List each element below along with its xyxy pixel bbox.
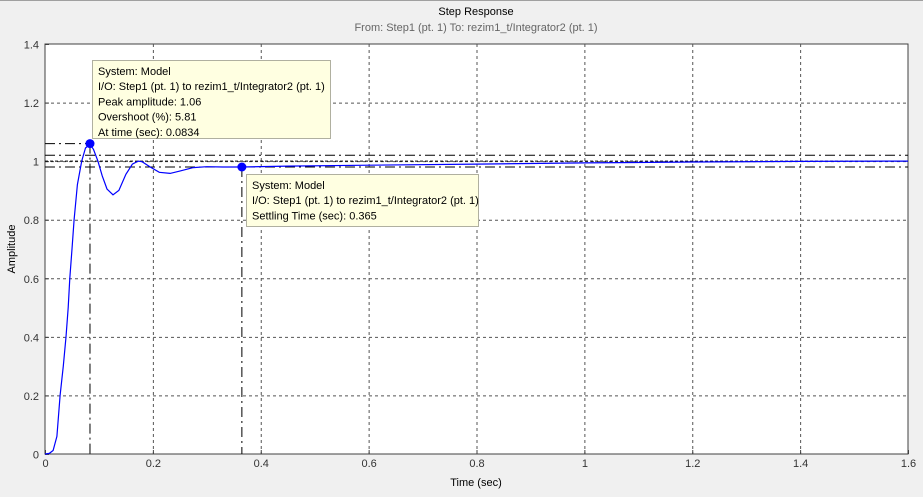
datatip-line: At time (sec): 0.0834 — [98, 127, 200, 139]
y-tick-label: 0.4 — [24, 332, 39, 344]
x-tick-label: 0.6 — [361, 458, 376, 470]
chart-title: Step Response — [438, 6, 513, 18]
datatip-line: I/O: Step1 (pt. 1) to rezim1_t/Integrato… — [252, 195, 479, 207]
x-tick-label: 0 — [42, 458, 48, 470]
y-tick-label: 0.6 — [24, 274, 39, 286]
x-tick-label: 1.4 — [793, 458, 808, 470]
peak-datatip: System: Model I/O: Step1 (pt. 1) to rezim… — [92, 60, 331, 139]
datatip-line: System: Model — [252, 180, 325, 192]
datatip-line: Peak amplitude: 1.06 — [98, 96, 201, 108]
x-tick-label: 0.8 — [469, 458, 484, 470]
y-axis-label: Amplitude — [6, 225, 18, 274]
y-tick-label: 0.2 — [24, 391, 39, 403]
y-tick-label: 0.8 — [24, 215, 39, 227]
x-tick-label: 0.4 — [254, 458, 269, 470]
y-tick-label: 1.4 — [24, 40, 39, 52]
datatip-line: Overshoot (%): 5.81 — [98, 112, 196, 124]
step-response-chart: Step Response From: Step1 (pt. 1) To: re… — [0, 0, 923, 497]
peak-marker[interactable] — [85, 139, 95, 149]
x-axis-label: Time (sec) — [450, 477, 502, 489]
x-tick-label: 0.2 — [146, 458, 161, 470]
settling-marker[interactable] — [237, 162, 247, 172]
y-tick-label: 1.2 — [24, 98, 39, 110]
y-tick-label: 0 — [33, 450, 39, 462]
settling-datatip: System: Model I/O: Step1 (pt. 1) to rezim… — [246, 174, 479, 227]
datatip-line: I/O: Step1 (pt. 1) to rezim1_t/Integrato… — [98, 81, 325, 93]
y-tick-label: 1 — [33, 157, 39, 169]
datatip-line: System: Model — [98, 66, 171, 78]
x-tick-label: 1 — [582, 458, 588, 470]
chart-subtitle: From: Step1 (pt. 1) To: rezim1_t/Integra… — [354, 22, 597, 34]
datatip-line: Settling Time (sec): 0.365 — [252, 210, 377, 222]
x-tick-label: 1.2 — [685, 458, 700, 470]
x-tick-label: 1.6 — [901, 458, 916, 470]
